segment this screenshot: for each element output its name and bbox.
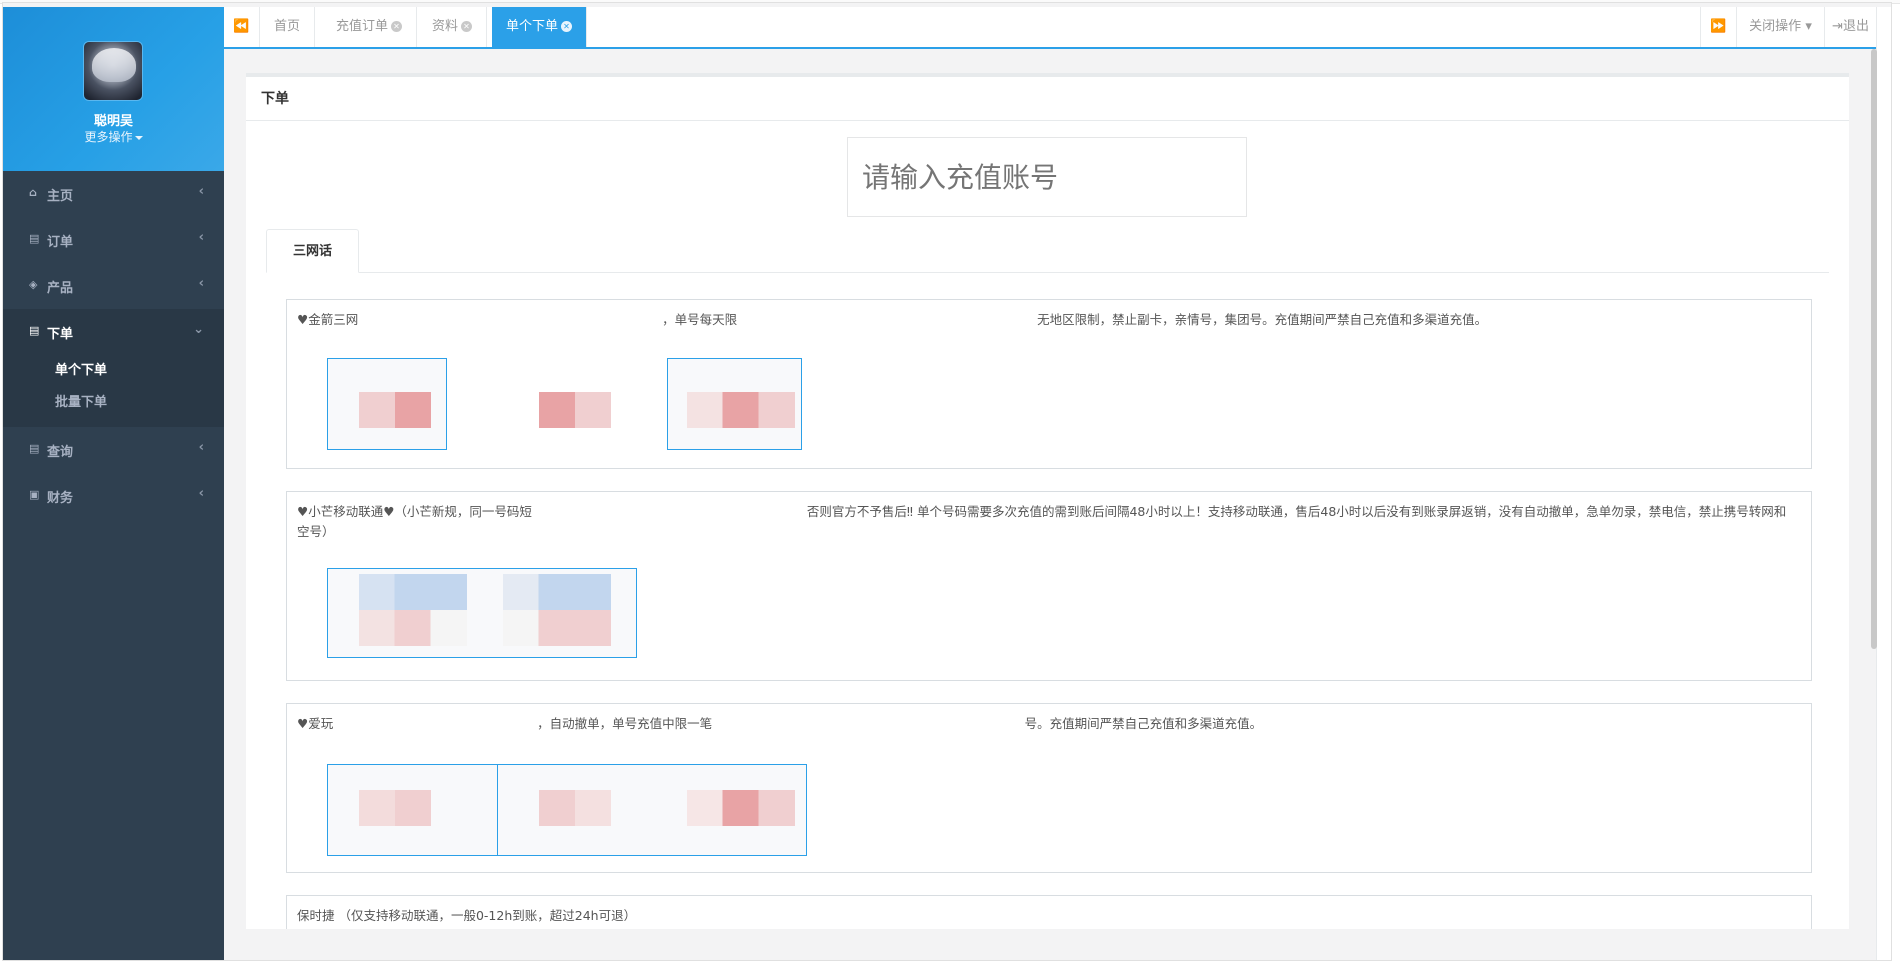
main-content: 下单 三网话 ♥金箭三网 ，单号每天限 无地区限制，禁止副卡，亲情号，集团号。充…: [224, 49, 1871, 929]
profile-header: 聪明吴 更多操作: [3, 7, 224, 171]
product-group-description: ♥爱玩 ，自动撤单，单号充值中限一笔 号。充值期间严禁自己充值和多渠道充值。: [297, 716, 1263, 731]
close-icon[interactable]: ✕: [391, 21, 403, 32]
sidebar: 聪明吴 更多操作 ⌂ 主页 ‹ ▤ 订单 ‹ ◈ 产品 ‹ ▤ 下单 ⌄ 单个下…: [3, 7, 224, 960]
close-icon[interactable]: ✕: [561, 21, 573, 32]
more-ops-label: 更多操作: [84, 130, 133, 144]
close-icon[interactable]: ✕: [461, 21, 473, 32]
sidebar-item-label: 查询: [47, 445, 74, 460]
caret-down-icon: [134, 135, 143, 140]
tab-scroll-right-button[interactable]: ⏩: [1700, 7, 1736, 47]
tab-label: 首页: [274, 19, 301, 34]
sidebar-item-label: 主页: [47, 189, 74, 204]
more-ops-dropdown[interactable]: 更多操作: [3, 128, 224, 145]
close-ops-dropdown[interactable]: 关闭操作 ▾: [1736, 7, 1824, 47]
product-group: ♥爱玩 ，自动撤单，单号充值中限一笔 号。充值期间严禁自己充值和多渠道充值。: [286, 703, 1812, 873]
backward-icon: ⏪: [233, 19, 250, 34]
cube-icon: ◈: [29, 278, 38, 291]
panel-title: 下单: [246, 77, 1849, 121]
submenu-item-single-order[interactable]: 单个下单: [3, 355, 224, 387]
product-category-tabs: 三网话: [266, 229, 1829, 273]
sidebar-item-orders[interactable]: ▤ 订单 ‹: [3, 217, 224, 263]
tab-profile[interactable]: 资料 ✕: [418, 7, 488, 47]
tab-home[interactable]: 首页: [260, 7, 316, 47]
submenu-item-batch-order[interactable]: 批量下单: [3, 387, 224, 419]
chevron-left-icon: ‹: [198, 440, 204, 455]
sidebar-menu: ⌂ 主页 ‹ ▤ 订单 ‹ ◈ 产品 ‹ ▤ 下单 ⌄ 单个下单 批量下单 ▤ …: [3, 171, 224, 519]
blurred-price: [359, 610, 467, 646]
username: 聪明吴: [93, 114, 133, 129]
tab-label: 充值订单: [336, 19, 389, 34]
chevron-left-icon: ‹: [198, 486, 204, 501]
blurred-price: [359, 392, 431, 428]
sidebar-item-query[interactable]: ▤ 查询 ‹: [3, 427, 224, 473]
app-frame: 聪明吴 更多操作 ⌂ 主页 ‹ ▤ 订单 ‹ ◈ 产品 ‹ ▤ 下单 ⌄ 单个下…: [2, 2, 1892, 961]
file-icon: ▤: [29, 442, 40, 455]
sidebar-item-label: 财务: [47, 491, 74, 506]
logout-icon: ⇥: [1832, 19, 1843, 34]
right-tool-strip: +: [1876, 7, 1891, 960]
chevron-left-icon: ‹: [198, 276, 204, 291]
avatar-hair: [92, 48, 136, 82]
blurred-price: [687, 392, 795, 428]
blurred-product-name: [359, 574, 467, 610]
file-text-icon: ▤: [29, 324, 40, 337]
blurred-price: [503, 610, 611, 646]
sidebar-item-home[interactable]: ⌂ 主页 ‹: [3, 171, 224, 217]
logout-label: 退出: [1842, 19, 1869, 34]
blurred-price: [539, 790, 611, 826]
blurred-product-name: [503, 574, 611, 610]
logout-button[interactable]: ⇥退出: [1824, 7, 1876, 47]
sidebar-item-label: 产品: [47, 281, 74, 296]
product-group-description: ♥金箭三网 ，单号每天限 无地区限制，禁止副卡，亲情号，集团号。充值期间严禁自己…: [297, 312, 1488, 327]
caret-down-icon: ▾: [1805, 19, 1812, 34]
sidebar-item-products[interactable]: ◈ 产品 ‹: [3, 263, 224, 309]
product-group: ♥金箭三网 ，单号每天限 无地区限制，禁止副卡，亲情号，集团号。充值期间严禁自己…: [286, 299, 1812, 469]
product-group-description: 保时捷 （仅支持移动联通，一般0-12h到账，超过24h可退）: [297, 908, 637, 923]
tab-label: 单个下单: [506, 19, 559, 34]
home-icon: ⌂: [29, 186, 37, 199]
product-group: 保时捷 （仅支持移动联通，一般0-12h到账，超过24h可退）: [286, 895, 1812, 929]
order-panel: 下单 三网话 ♥金箭三网 ，单号每天限 无地区限制，禁止副卡，亲情号，集团号。充…: [246, 73, 1849, 929]
tab-bar: ⏪ 首页 充值订单 ✕ 资料 ✕ 单个下单 ✕ ⏩ 关闭操作 ▾ ⇥退出: [224, 7, 1876, 49]
product-group: ♥小芒移动联通♥（小芒新规，同一号码短 否则官方不予售后‼ 单个号码需要多次充值…: [286, 491, 1812, 681]
submenu-place-order: 单个下单 批量下单: [3, 355, 224, 427]
blurred-price: [539, 392, 611, 428]
chevron-down-icon: ⌄: [193, 322, 204, 337]
product-group-description: ♥小芒移动联通♥（小芒新规，同一号码短 否则官方不予售后‼ 单个号码需要多次充值…: [297, 504, 1787, 539]
sidebar-item-label: 订单: [47, 235, 74, 250]
content-scrollbar[interactable]: [1871, 49, 1877, 649]
money-icon: ▣: [29, 488, 40, 501]
sidebar-item-label: 下单: [47, 327, 74, 342]
blurred-price: [687, 790, 795, 826]
sidebar-item-finance[interactable]: ▣ 财务 ‹: [3, 473, 224, 519]
chevron-left-icon: ‹: [198, 230, 204, 245]
tab-three-network[interactable]: 三网话: [266, 229, 360, 273]
tab-single-order[interactable]: 单个下单 ✕: [492, 7, 588, 47]
tab-scroll-left-button[interactable]: ⏪: [224, 7, 260, 47]
tab-recharge-orders[interactable]: 充值订单 ✕: [322, 7, 418, 47]
tab-label: 资料: [432, 19, 459, 34]
chevron-left-icon: ‹: [198, 184, 204, 199]
close-ops-label: 关闭操作: [1749, 19, 1802, 34]
account-input[interactable]: [847, 137, 1247, 217]
forward-icon: ⏩: [1710, 19, 1727, 34]
blurred-price: [359, 790, 431, 826]
avatar[interactable]: [83, 41, 143, 101]
file-icon: ▤: [29, 232, 40, 245]
sidebar-item-place-order[interactable]: ▤ 下单 ⌄: [3, 309, 224, 355]
